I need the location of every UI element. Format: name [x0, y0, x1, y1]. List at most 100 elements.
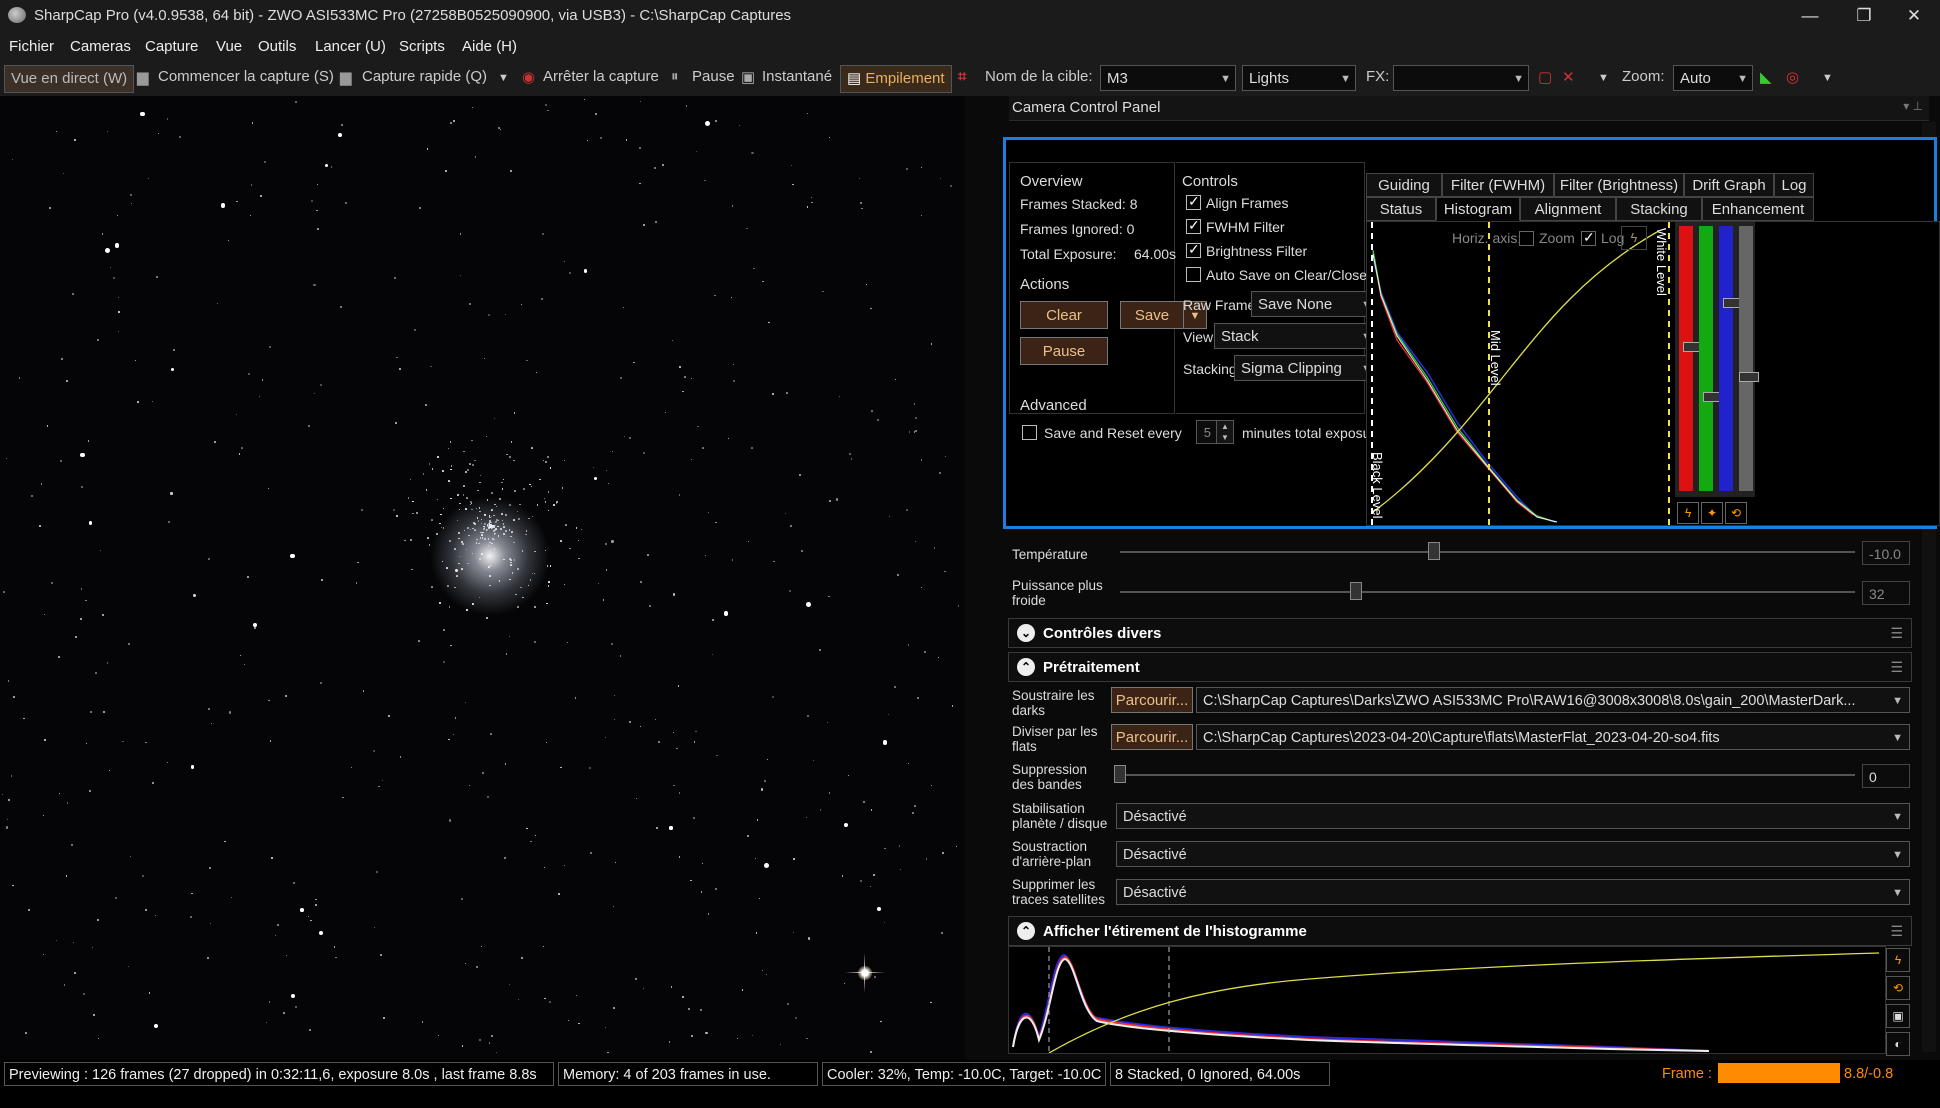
- quick-capture-dropdown-icon[interactable]: ▼: [498, 72, 509, 84]
- auto-stretch-icon[interactable]: ϟ: [1621, 226, 1647, 250]
- menu-capture[interactable]: Capture: [145, 38, 198, 55]
- tab-stacking[interactable]: Stacking: [1616, 197, 1702, 221]
- pin-icon[interactable]: ▾ ⊥: [1903, 99, 1923, 113]
- snapshot-button[interactable]: Instantané: [762, 68, 832, 85]
- temperature-slider[interactable]: [1120, 551, 1855, 553]
- group-menu-icon[interactable]: ☰: [1890, 923, 1903, 940]
- banding-value[interactable]: 0: [1862, 764, 1910, 788]
- star-icon[interactable]: ✦: [1701, 502, 1723, 524]
- zoom-combo[interactable]: Auto ▼: [1673, 65, 1753, 91]
- chevron-down-icon[interactable]: ⌄: [1017, 624, 1035, 642]
- temperature-value[interactable]: -10.0: [1862, 541, 1910, 565]
- menu-scripts[interactable]: Scripts: [399, 38, 445, 55]
- quick-capture-button[interactable]: Capture rapide (Q): [362, 68, 487, 85]
- browse-flats-button[interactable]: Parcourir...: [1111, 724, 1193, 750]
- green-slider[interactable]: [1699, 226, 1713, 491]
- save-reset-checkbox[interactable]: [1022, 425, 1037, 440]
- star: [341, 796, 344, 799]
- tab-histogram[interactable]: Histogram: [1436, 197, 1520, 221]
- lightning-icon[interactable]: ϟ: [1677, 502, 1699, 524]
- red-slider[interactable]: [1679, 226, 1693, 491]
- fx-combo[interactable]: ▼: [1393, 65, 1529, 91]
- roi-icon[interactable]: ▢: [1538, 68, 1552, 86]
- align-frames-checkbox[interactable]: [1186, 193, 1201, 210]
- tab-status[interactable]: Status: [1366, 197, 1436, 221]
- fwhm-filter-checkbox[interactable]: [1186, 217, 1201, 234]
- tools-dropdown-icon[interactable]: ▼: [1822, 72, 1833, 84]
- banding-slider[interactable]: [1120, 774, 1855, 776]
- background-select[interactable]: Désactivé ▼: [1116, 841, 1910, 867]
- histogram-stretch-group[interactable]: ⌃ Afficher l'étirement de l'histogramme …: [1008, 916, 1912, 946]
- crosshair-icon[interactable]: ✕: [1562, 68, 1575, 86]
- stretch-lightning-icon[interactable]: ϟ: [1886, 948, 1910, 972]
- luminance-slider[interactable]: [1739, 226, 1753, 491]
- star: [682, 996, 684, 999]
- auto-save-checkbox[interactable]: [1186, 267, 1201, 282]
- chevron-up-icon[interactable]: ⌃: [1017, 658, 1035, 676]
- histogram-zoom-checkbox[interactable]: [1519, 231, 1534, 246]
- menu-vue[interactable]: Vue: [216, 38, 242, 55]
- minutes-spinner[interactable]: ▲ ▼: [1216, 420, 1234, 444]
- temperature-slider-thumb[interactable]: [1428, 542, 1440, 560]
- stretch-save-icon[interactable]: ▣: [1886, 1004, 1910, 1028]
- banding-slider-thumb[interactable]: [1114, 765, 1126, 783]
- histogram-log-checkbox[interactable]: [1581, 229, 1596, 246]
- stretch-contrast-icon[interactable]: ◐: [1886, 1032, 1910, 1056]
- star: [467, 469, 470, 472]
- menu-outils[interactable]: Outils: [258, 38, 296, 55]
- menu-aide[interactable]: Aide (H): [462, 38, 517, 55]
- histogram-icon[interactable]: ◣: [1760, 68, 1772, 86]
- tab-drift-graph[interactable]: Drift Graph: [1684, 173, 1774, 197]
- restore-button[interactable]: ❐: [1840, 0, 1888, 32]
- focus-icon[interactable]: ◎: [1786, 68, 1799, 86]
- stop-capture-button[interactable]: Arrêter la capture: [543, 68, 659, 85]
- close-button[interactable]: ✕: [1890, 0, 1938, 32]
- reset-icon[interactable]: ⟲: [1725, 502, 1747, 524]
- darks-path-select[interactable]: C:\SharpCap Captures\Darks\ZWO ASI533MC …: [1196, 687, 1910, 713]
- pause-stacking-button[interactable]: Pause: [1020, 337, 1108, 365]
- group-menu-icon[interactable]: ☰: [1890, 625, 1903, 642]
- flats-path-select[interactable]: C:\SharpCap Captures\2023-04-20\Capture\…: [1196, 724, 1910, 750]
- target-name-combo[interactable]: M3 ▼: [1100, 65, 1236, 91]
- save-button[interactable]: Save: [1120, 301, 1184, 329]
- menu-lancer[interactable]: Lancer (U): [315, 38, 386, 55]
- tab-filter-fwhm[interactable]: Filter (FWHM): [1442, 173, 1554, 197]
- stabilization-select[interactable]: Désactivé ▼: [1116, 803, 1910, 829]
- color-balance-sliders[interactable]: [1675, 222, 1759, 497]
- misc-controls-group[interactable]: ⌄ Contrôles divers ☰: [1008, 618, 1912, 648]
- clear-button[interactable]: Clear: [1020, 301, 1108, 329]
- display-stretch-histogram[interactable]: [1008, 946, 1886, 1054]
- tab-log[interactable]: Log: [1774, 173, 1814, 197]
- browse-darks-button[interactable]: Parcourir...: [1111, 687, 1193, 713]
- star: [880, 1020, 882, 1023]
- frame-type-combo[interactable]: Lights ▼: [1242, 65, 1356, 91]
- tab-guiding[interactable]: Guiding: [1366, 173, 1442, 197]
- group-menu-icon[interactable]: ☰: [1890, 659, 1903, 676]
- star: [883, 921, 886, 924]
- menu-fichier[interactable]: Fichier: [9, 38, 54, 55]
- pause-button[interactable]: Pause: [692, 68, 735, 85]
- raw-frames-select[interactable]: Save None▼: [1251, 291, 1379, 317]
- tab-enhancement[interactable]: Enhancement: [1702, 197, 1814, 221]
- camera-icon: ▆: [137, 69, 149, 86]
- stacking-method-select[interactable]: Sigma Clipping▼: [1234, 355, 1379, 381]
- tab-alignment[interactable]: Alignment: [1520, 197, 1616, 221]
- stacking-button[interactable]: ▤ Empilement: [840, 65, 952, 93]
- stretch-reset-icon[interactable]: ⟲: [1886, 976, 1910, 1000]
- live-view-button[interactable]: Vue en direct (W): [4, 65, 135, 93]
- view-select[interactable]: Stack▼: [1214, 323, 1379, 349]
- stack-histogram-area[interactable]: Horiz. axis: Zoom Log ϟ Black Level Mid …: [1366, 221, 1940, 526]
- preprocessing-group[interactable]: ⌃ Prétraitement ☰: [1008, 652, 1912, 682]
- cluster-star: [463, 450, 465, 453]
- start-capture-button[interactable]: Commencer la capture (S): [158, 68, 334, 85]
- satellite-select[interactable]: Désactivé ▼: [1116, 879, 1910, 905]
- minimize-button[interactable]: —: [1786, 0, 1834, 32]
- blue-slider[interactable]: [1719, 226, 1733, 491]
- menu-cameras[interactable]: Cameras: [70, 38, 131, 55]
- crosshair-dropdown-icon[interactable]: ▼: [1598, 72, 1609, 84]
- chevron-up-icon[interactable]: ⌃: [1017, 922, 1035, 940]
- image-viewport[interactable]: [0, 96, 965, 1060]
- luminance-slider-thumb[interactable]: [1739, 372, 1759, 382]
- tab-filter-brightness[interactable]: Filter (Brightness): [1554, 173, 1684, 197]
- brightness-filter-checkbox[interactable]: [1186, 241, 1201, 258]
